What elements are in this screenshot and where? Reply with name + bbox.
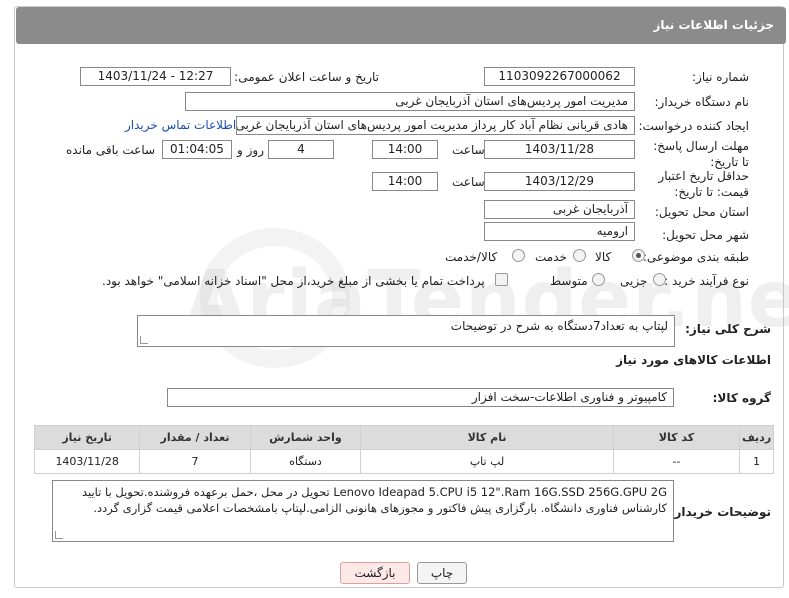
cell-date: 1403/11/28 <box>33 449 141 474</box>
reply-deadline-label: مهلت ارسال پاسخ: تا تاریخ: <box>653 139 749 169</box>
general-desc-label: شرح کلی نیاز: <box>685 322 771 336</box>
cell-qty: 7 <box>139 449 251 474</box>
buyer-notes-label: توضیحات خریدار: <box>669 505 771 519</box>
days-field: 4 <box>268 140 334 159</box>
delivery-city-label: شهر محل تحویل: <box>662 228 749 242</box>
treasury-payment-checkbox[interactable] <box>495 273 508 286</box>
general-desc-text: لپتاپ به تعداد7دستگاه به شرح در توضیحات <box>450 319 668 333</box>
print-button[interactable]: چاپ <box>417 562 467 584</box>
cell-name: لپ تاپ <box>360 449 614 474</box>
buyer-contact-link[interactable]: اطلاعات تماس خریدار <box>125 118 236 132</box>
col-row: ردیف <box>739 425 774 450</box>
purchase-minor-radio[interactable] <box>653 273 666 286</box>
category-goods-service-label: کالا/خدمت <box>445 250 498 264</box>
hours-left-label: ساعت باقی مانده <box>66 143 156 157</box>
category-goods-service-radio[interactable] <box>512 249 525 262</box>
goods-group-label: گروه کالا: <box>712 391 771 405</box>
province-field: آذربایجان غربی <box>484 200 635 219</box>
goods-info-heading: اطلاعات کالاهای مورد نیاز <box>616 353 771 367</box>
table-row[interactable]: 1 -- لپ تاپ دستگاه 7 1403/11/28 <box>33 449 774 474</box>
resize-handle-icon[interactable] <box>55 531 63 539</box>
remaining-time-field: 01:04:05 <box>162 140 232 159</box>
buyer-notes-text: Lenovo Ideapad 5.CPU i5 12".Ram 16G.SSD … <box>81 485 667 515</box>
reply-time-field: 14:00 <box>372 140 438 159</box>
cell-unit: دستگاه <box>249 449 362 474</box>
requester-label: ایجاد کننده درخواست: <box>638 119 749 133</box>
purchase-medium-radio[interactable] <box>592 273 605 286</box>
city-field: ارومیه <box>484 222 635 241</box>
col-unit: واحد شمارش <box>249 425 362 450</box>
announce-datetime-label: تاریخ و ساعت اعلان عمومی: <box>234 70 379 84</box>
category-goods-radio[interactable] <box>632 249 645 262</box>
validity-date-field: 1403/12/29 <box>484 172 635 191</box>
announce-datetime-field: 1403/11/24 - 12:27 <box>80 67 231 86</box>
category-label: طبقه بندی موضوعی: <box>642 250 749 264</box>
goods-group-field: کامپیوتر و فناوری اطلاعات-سخت افزار <box>167 388 674 407</box>
cell-code: -- <box>612 449 741 474</box>
payment-note: پرداخت تمام یا بخشی از مبلغ خرید،از محل … <box>102 274 485 288</box>
category-service-label: خدمت <box>535 250 567 264</box>
general-desc-textarea: لپتاپ به تعداد7دستگاه به شرح در توضیحات <box>137 315 675 347</box>
validity-hour-label: ساعت <box>452 175 485 189</box>
purchase-medium-label: متوسط <box>550 274 588 288</box>
category-service-radio[interactable] <box>573 249 586 262</box>
col-qty: تعداد / مقدار <box>139 425 251 450</box>
purchase-minor-label: جزیی <box>620 274 648 288</box>
validity-time-field: 14:00 <box>372 172 438 191</box>
buyer-notes-textarea: Lenovo Ideapad 5.CPU i5 12".Ram 16G.SSD … <box>52 480 674 542</box>
purchase-type-label: نوع فرآیند خرید : <box>664 274 749 288</box>
goods-table: ردیف کد کالا نام کالا واحد شمارش تعداد /… <box>33 425 774 474</box>
reply-date-field: 1403/11/28 <box>484 140 635 159</box>
price-validity-label: حداقل تاریخ اعتبار قیمت: تا تاریخ: <box>658 169 749 199</box>
reply-hour-label: ساعت <box>452 143 485 157</box>
cell-row: 1 <box>739 449 774 474</box>
need-number-field: 1103092267000062 <box>484 67 635 86</box>
requester-field: هادی قربانی نظام آباد کار پرداز مدیریت ا… <box>236 116 635 135</box>
category-goods-label: کالا <box>595 250 612 264</box>
col-code: کد کالا <box>612 425 741 450</box>
delivery-province-label: استان محل تحویل: <box>654 205 749 219</box>
buyer-org-label: نام دستگاه خریدار: <box>654 95 750 109</box>
col-name: نام کالا <box>360 425 614 450</box>
page-title: جزئیات اطلاعات نیاز <box>16 7 786 44</box>
back-button[interactable]: بازگشت <box>340 562 410 584</box>
days-and-label: روز و <box>237 143 264 157</box>
resize-handle-icon[interactable] <box>140 336 148 344</box>
need-number-label: شماره نیاز: <box>692 70 749 84</box>
col-date: تاریخ نیاز <box>33 425 141 450</box>
buyer-org-field: مدیریت امور پردیس‌های استان آذربایجان غر… <box>185 92 635 111</box>
table-header-row: ردیف کد کالا نام کالا واحد شمارش تعداد /… <box>33 425 774 450</box>
